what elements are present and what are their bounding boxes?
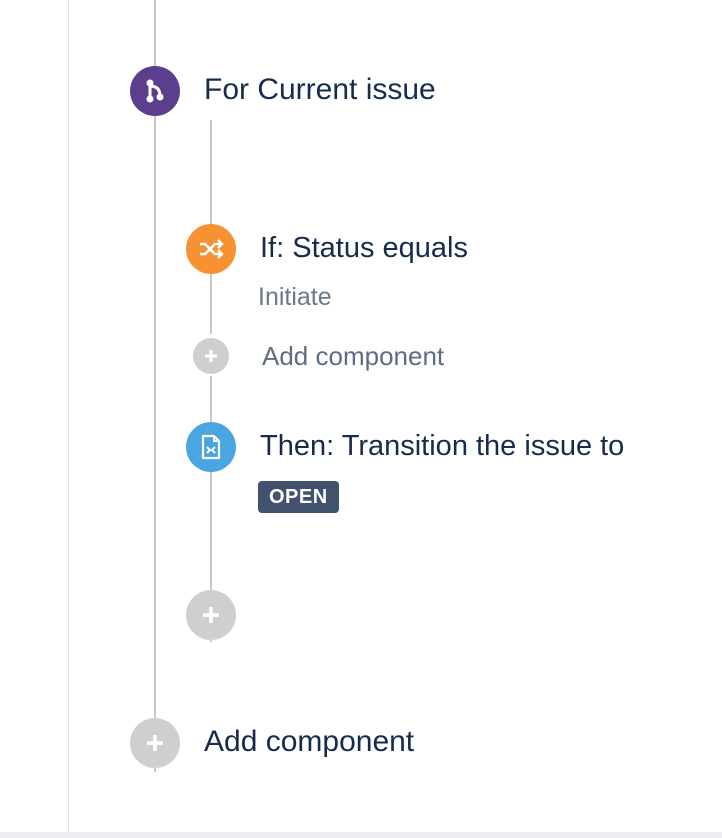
branch-connector-3 — [210, 376, 212, 422]
add-component-outer-button[interactable] — [130, 718, 180, 768]
condition-value: Initiate — [258, 283, 332, 311]
add-component-inner-button[interactable] — [193, 338, 229, 374]
branch-connector-1 — [210, 120, 212, 224]
branch-connector-4 — [210, 470, 212, 590]
branch-icon — [142, 78, 168, 104]
page-frame — [0, 0, 722, 838]
main-connector — [154, 114, 156, 720]
plus-icon — [203, 348, 219, 364]
add-component-outer-label[interactable]: Add component — [204, 725, 414, 759]
transition-icon — [200, 434, 222, 460]
condition-node[interactable] — [186, 224, 236, 274]
plus-icon — [201, 605, 221, 625]
main-connector-top — [154, 0, 156, 66]
condition-title[interactable]: If: Status equals — [260, 232, 468, 265]
branch-title[interactable]: For Current issue — [204, 73, 436, 107]
branch-connector-2 — [210, 272, 212, 334]
action-node[interactable] — [186, 422, 236, 472]
shuffle-icon — [197, 237, 225, 261]
panel-left-border — [68, 0, 69, 832]
action-title[interactable]: Then: Transition the issue to — [260, 430, 624, 463]
branch-node[interactable] — [130, 66, 180, 116]
add-component-branch-button[interactable] — [186, 590, 236, 640]
plus-icon — [145, 733, 165, 753]
status-badge: OPEN — [258, 481, 339, 513]
add-component-inner-label[interactable]: Add component — [262, 341, 444, 372]
